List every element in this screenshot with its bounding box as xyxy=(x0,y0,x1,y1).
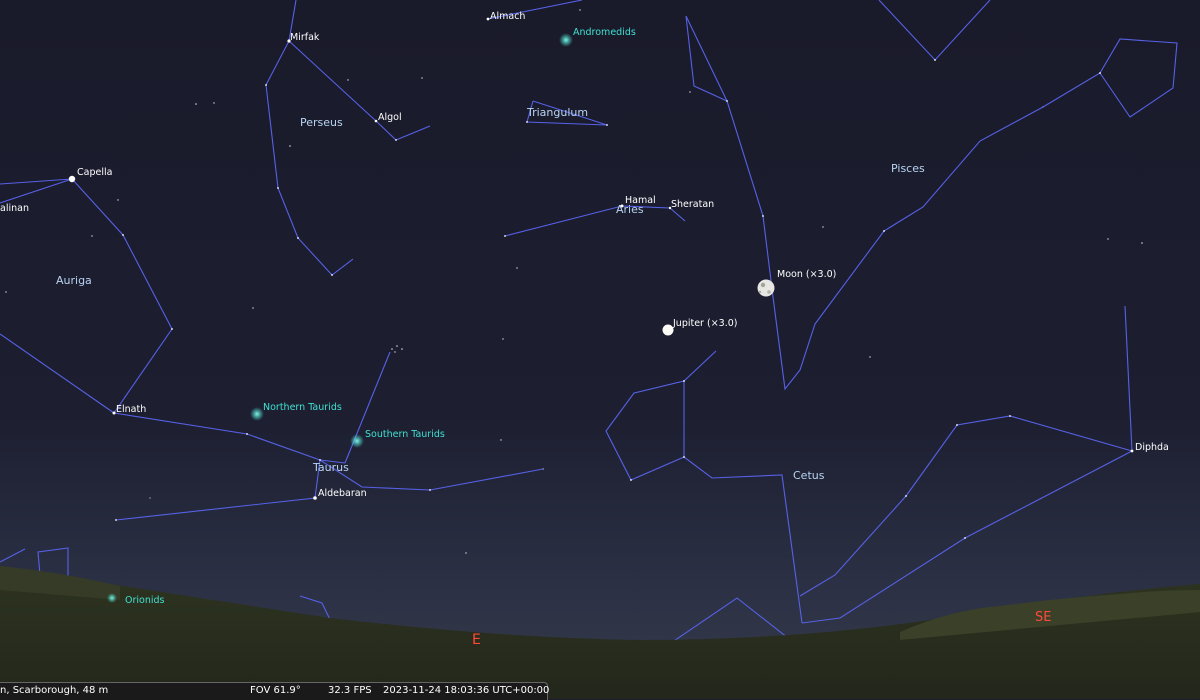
status-datetime[interactable]: 2023-11-24 18:03:36 UTC+00:00 xyxy=(383,685,549,696)
status-fov: FOV 61.9° xyxy=(250,685,301,696)
status-location[interactable]: n, Scarborough, 48 m xyxy=(0,685,108,696)
label-almach: Almach xyxy=(490,11,525,22)
label-jupiter: Jupiter (×3.0) xyxy=(672,318,737,329)
label-capella: Capella xyxy=(77,167,112,178)
label-hamal: Hamal xyxy=(625,195,656,206)
label-menkalinan: alinan xyxy=(0,203,29,214)
star-algol[interactable] xyxy=(374,119,378,123)
star-capella[interactable] xyxy=(68,175,76,183)
jupiter-planet[interactable] xyxy=(662,324,674,336)
label-elnath: Elnath xyxy=(116,404,146,415)
sky-view[interactable]: Perseus Triangulum Aries Pisces Auriga T… xyxy=(0,0,1200,699)
cardinal-east: E xyxy=(472,632,481,648)
label-algol: Algol xyxy=(378,112,402,123)
moon-planet[interactable] xyxy=(757,279,775,297)
label-sheratan: Sheratan xyxy=(671,199,714,210)
label-diphda: Diphda xyxy=(1135,442,1169,453)
label-northern-taurids: Northern Taurids xyxy=(263,402,342,413)
label-aldebaran: Aldebaran xyxy=(318,488,367,499)
label-taurus: Taurus xyxy=(312,461,349,474)
label-cetus: Cetus xyxy=(793,469,825,482)
northern-taurids-radiant-icon[interactable] xyxy=(250,407,264,421)
label-moon: Moon (×3.0) xyxy=(777,269,836,280)
star-almach[interactable] xyxy=(486,17,490,21)
andromedids-radiant-icon[interactable] xyxy=(559,33,573,47)
label-orionids: Orionids xyxy=(125,595,165,606)
orionids-radiant-icon[interactable] xyxy=(107,593,117,603)
label-auriga: Auriga xyxy=(56,274,92,287)
star-aldebaran[interactable] xyxy=(313,496,317,500)
sky-background xyxy=(0,0,1200,699)
label-mirfak: Mirfak xyxy=(290,32,320,43)
label-triangulum: Triangulum xyxy=(526,106,588,119)
label-perseus: Perseus xyxy=(300,116,343,129)
label-pisces: Pisces xyxy=(891,162,925,175)
status-bar: n, Scarborough, 48 m FOV 61.9° 32.3 FPS … xyxy=(0,682,549,700)
star-diphda[interactable] xyxy=(1130,449,1134,453)
label-southern-taurids: Southern Taurids xyxy=(365,429,445,440)
label-andromedids: Andromedids xyxy=(573,27,636,38)
southern-taurids-radiant-icon[interactable] xyxy=(350,434,364,448)
status-fps: 32.3 FPS xyxy=(328,685,372,696)
cardinal-southeast: SE xyxy=(1035,610,1051,625)
